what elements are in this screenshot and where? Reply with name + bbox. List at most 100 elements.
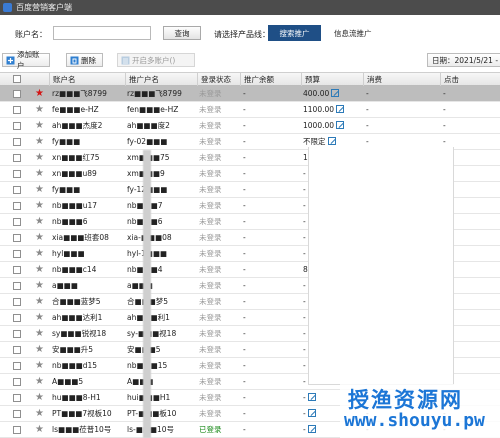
status-cell: 未登录 — [199, 137, 222, 146]
star-icon[interactable]: ★ — [35, 358, 44, 374]
row-checkbox[interactable] — [13, 138, 21, 146]
alias-cell: hyl-1■■■ — [127, 246, 195, 262]
row-checkbox[interactable] — [13, 378, 21, 386]
status-cell: 未登录 — [199, 313, 222, 322]
title-bar: 百度营销客户端 — [0, 0, 500, 15]
product-line-label: 请选择产品线： — [214, 30, 270, 39]
row-checkbox[interactable] — [13, 346, 21, 354]
star-icon[interactable]: ★ — [35, 150, 44, 166]
row-checkbox[interactable] — [13, 170, 21, 178]
overlay-panel — [308, 147, 454, 385]
star-icon[interactable]: ★ — [35, 214, 44, 230]
add-account-button[interactable]: 添加账户 — [2, 50, 50, 70]
star-icon[interactable]: ★ — [35, 422, 44, 438]
row-checkbox[interactable] — [13, 362, 21, 370]
row-checkbox[interactable] — [13, 266, 21, 274]
edit-icon[interactable] — [336, 105, 345, 113]
edit-icon[interactable] — [336, 121, 345, 129]
star-icon[interactable]: ★ — [35, 342, 44, 358]
status-cell: 未登录 — [199, 169, 222, 178]
account-name-cell: ah■■■杰度2 — [52, 121, 103, 130]
row-checkbox[interactable] — [13, 234, 21, 242]
edit-icon[interactable] — [307, 393, 316, 401]
column-header-account[interactable]: 账户名 — [49, 73, 125, 86]
budget-cell: 400.00 — [303, 86, 361, 102]
open-multi-account-button[interactable]: 开启多账户() — [117, 53, 195, 67]
row-checkbox[interactable] — [13, 330, 21, 338]
balance-cell: - — [243, 169, 246, 178]
balance-cell: - — [243, 425, 246, 434]
budget-value: - — [303, 297, 306, 306]
alias-cell: 合■■■梦5 — [127, 294, 195, 310]
star-icon[interactable]: ★ — [35, 278, 44, 294]
row-checkbox[interactable] — [13, 298, 21, 306]
column-header-budget[interactable]: 预算 — [301, 73, 363, 86]
edit-icon[interactable] — [331, 89, 340, 97]
tab-search-promotion[interactable]: 搜索推广 — [268, 25, 321, 41]
account-name-cell: PT■■■7视板10 — [52, 409, 112, 418]
account-name-cell: xn■■■红75 — [52, 153, 100, 162]
select-all-checkbox[interactable] — [13, 75, 21, 83]
budget-value: - — [303, 313, 306, 322]
star-icon[interactable]: ★ — [35, 294, 44, 310]
row-checkbox[interactable] — [13, 202, 21, 210]
star-icon[interactable]: ★ — [35, 246, 44, 262]
alias-cell: ah■■■利1 — [127, 310, 195, 326]
column-header-balance[interactable]: 推广余额 — [240, 73, 301, 86]
budget-value: 400.00 — [303, 89, 330, 98]
column-header-cost[interactable]: 消费 — [363, 73, 440, 86]
star-icon[interactable]: ★ — [35, 310, 44, 326]
account-input[interactable] — [53, 26, 151, 40]
row-checkbox[interactable] — [13, 282, 21, 290]
status-cell: 未登录 — [199, 297, 222, 306]
row-checkbox[interactable] — [13, 90, 21, 98]
star-icon[interactable]: ★ — [35, 102, 44, 118]
table-row[interactable]: ★ fe■■■e-HZ fen■■■e-HZ 未登录 - 1100.00 - - — [0, 102, 500, 118]
star-icon[interactable]: ★ — [35, 230, 44, 246]
row-checkbox[interactable] — [13, 314, 21, 322]
edit-icon[interactable] — [307, 425, 316, 433]
balance-cell: - — [243, 137, 246, 146]
budget-value: - — [303, 425, 306, 434]
row-checkbox[interactable] — [13, 122, 21, 130]
column-header-alias[interactable]: 推广户名 — [125, 73, 197, 86]
table-row[interactable]: ★ ah■■■杰度2 ah■■■度2 未登录 - 1000.00 - - — [0, 118, 500, 134]
tab-feed-promotion[interactable]: 信息流推广 — [334, 28, 372, 39]
row-checkbox[interactable] — [13, 426, 21, 434]
account-name-cell: hyl■■■ — [52, 249, 85, 258]
table-row[interactable]: ★ rz■■■飞8799 rz■■■飞8799 未登录 - 400.00 - - — [0, 86, 500, 102]
column-header-clicks[interactable]: 点击 — [440, 73, 500, 86]
multi-account-icon — [121, 56, 130, 65]
alias-cell: nb■■■7 — [127, 198, 195, 214]
row-checkbox[interactable] — [13, 250, 21, 258]
star-icon[interactable]: ★ — [35, 406, 44, 422]
row-checkbox[interactable] — [13, 410, 21, 418]
balance-cell: - — [243, 89, 246, 98]
account-name-cell: 合■■■蓝梦5 — [52, 297, 101, 306]
row-checkbox[interactable] — [13, 394, 21, 402]
edit-icon[interactable] — [327, 137, 336, 145]
balance-cell: - — [243, 153, 246, 162]
star-icon[interactable]: ★ — [35, 134, 44, 150]
date-range-picker[interactable]: 日期：2021/5/21 - — [427, 53, 500, 67]
star-icon[interactable]: ★ — [35, 86, 44, 102]
star-icon[interactable]: ★ — [35, 262, 44, 278]
row-checkbox[interactable] — [13, 218, 21, 226]
edit-icon[interactable] — [307, 409, 316, 417]
star-icon[interactable]: ★ — [35, 182, 44, 198]
star-icon[interactable]: ★ — [35, 118, 44, 134]
star-icon[interactable]: ★ — [35, 326, 44, 342]
row-checkbox[interactable] — [13, 154, 21, 162]
row-checkbox[interactable] — [13, 106, 21, 114]
budget-value: - — [303, 217, 306, 226]
cost-cell: - — [366, 89, 369, 98]
delete-button[interactable]: 删除 — [66, 53, 103, 67]
alias-cell: ah■■■度2 — [127, 121, 170, 130]
star-icon[interactable]: ★ — [35, 198, 44, 214]
column-header-status[interactable]: 登录状态 — [197, 73, 240, 86]
row-checkbox[interactable] — [13, 186, 21, 194]
star-icon[interactable]: ★ — [35, 166, 44, 182]
star-icon[interactable]: ★ — [35, 390, 44, 406]
star-icon[interactable]: ★ — [35, 374, 44, 390]
query-button[interactable]: 查询 — [163, 26, 201, 40]
